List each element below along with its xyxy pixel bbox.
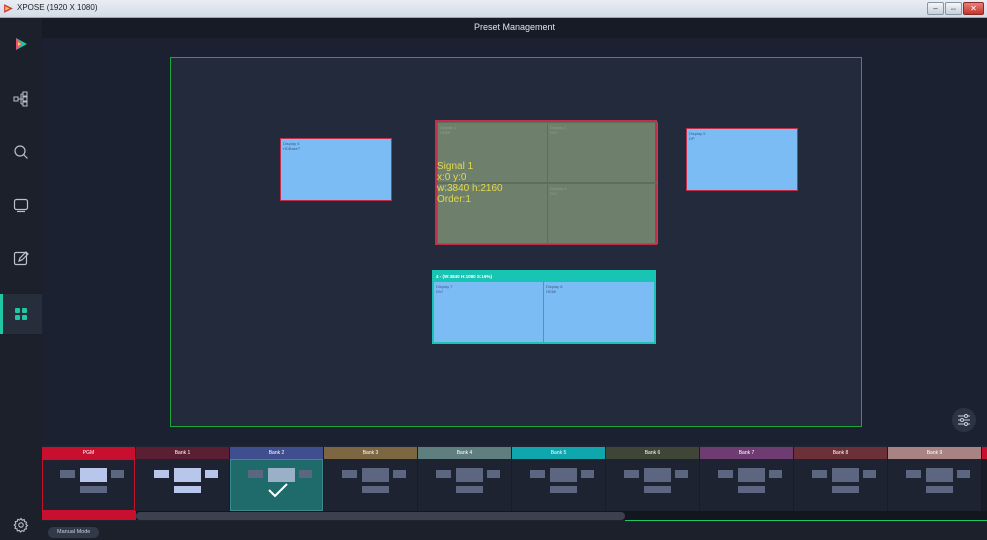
bank-label: Bank 4 — [418, 447, 511, 459]
bank-7[interactable]: Bank 7 — [700, 447, 793, 511]
bank-1[interactable]: Bank 1 — [136, 447, 229, 511]
group-header: 4 - (W:3840 H:1080 S:16%) — [434, 272, 654, 282]
gear-icon[interactable] — [13, 517, 29, 533]
bank-preview — [794, 459, 887, 511]
sidebar-item-edit[interactable] — [0, 238, 42, 278]
bank-overflow-edge — [982, 447, 987, 459]
bank-label: Bank 1 — [136, 447, 229, 459]
bank-preview — [230, 459, 323, 511]
display-7: Display 7 DVI — [434, 282, 544, 342]
page-title: Preset Management — [473, 22, 556, 32]
bank-preview — [418, 459, 511, 511]
sidebar-item-topology[interactable] — [0, 79, 42, 119]
display-type: DVI — [550, 130, 557, 135]
pgm-indicator-bar — [42, 511, 136, 520]
display-type: DVI — [550, 191, 557, 196]
display-cell: Display 4 DVI — [547, 183, 658, 244]
sidebar-item-search[interactable] — [0, 132, 42, 172]
bank-strip: PGM Bank 1 Bank 2 Bank 3 Bank 4 Bank 5 B… — [42, 447, 987, 511]
page-header: Preset Management — [42, 18, 987, 38]
mode-button[interactable]: Manual Mode — [48, 527, 100, 538]
signal-position: x:0 y:0 — [437, 172, 467, 183]
bank-8[interactable]: Bank 8 — [794, 447, 887, 511]
adjust-settings-button[interactable] — [952, 408, 976, 432]
bank-5[interactable]: Bank 5 — [512, 447, 605, 511]
bank-label: PGM — [42, 447, 135, 459]
sidebar — [0, 18, 42, 540]
display-group[interactable]: 4 - (W:3840 H:1080 S:16%) Display 7 DVI … — [432, 270, 656, 344]
screen-icon — [13, 198, 29, 213]
signal-order: Order:1 — [437, 194, 471, 205]
sidebar-item-preset-management[interactable] — [0, 294, 42, 334]
display-type: HDMI — [440, 130, 451, 135]
display-type: DVI — [436, 289, 443, 294]
bank-scrollbar-thumb[interactable] — [136, 512, 625, 520]
title-bar: XPOSE (1920 X 1080) – ⇔ ✕ — [0, 0, 987, 18]
bank-preview — [324, 459, 417, 511]
topology-icon — [13, 91, 28, 107]
bank-2[interactable]: Bank 2 — [230, 447, 323, 511]
display-5[interactable]: Display 5 DP — [686, 128, 798, 191]
maximize-button[interactable]: ⇔ — [945, 2, 962, 15]
close-button[interactable]: ✕ — [963, 2, 984, 15]
bank-label: Bank 9 — [888, 447, 981, 459]
bank-preview — [888, 459, 981, 511]
play-logo-icon — [16, 38, 27, 50]
bank-label: Bank 6 — [606, 447, 699, 459]
display-cell: Display 2 DVI — [547, 122, 658, 183]
signal-name: Signal 1 — [437, 161, 474, 172]
bank-label: Bank 8 — [794, 447, 887, 459]
bank-9[interactable]: Bank 9 — [888, 447, 981, 511]
grid-icon — [15, 308, 27, 320]
bank-label: Bank 3 — [324, 447, 417, 459]
display-type: DP — [689, 136, 695, 141]
bank-label: Bank 2 — [230, 447, 323, 459]
bank-preview — [606, 459, 699, 511]
display-8: Display 8 HDMI — [544, 282, 654, 342]
signal-window[interactable]: Display 1 HDMI Display 2 DVI Display 3 D… — [435, 120, 658, 245]
sidebar-item-screen[interactable] — [0, 185, 42, 225]
display-6[interactable]: Display 6 HDBaseT — [280, 138, 392, 201]
display-type: HDMI — [546, 289, 557, 294]
sidebar-item-home[interactable] — [0, 24, 42, 64]
app-window: XPOSE (1920 X 1080) – ⇔ ✕ Preset Managem… — [0, 0, 987, 540]
bank-6[interactable]: Bank 6 — [606, 447, 699, 511]
bank-preview — [512, 459, 605, 511]
display-type: HDBaseT — [283, 146, 301, 151]
bank-label: Bank 5 — [512, 447, 605, 459]
bank-preview — [42, 459, 135, 511]
app-logo-icon — [4, 4, 13, 13]
status-bar: Manual Mode — [42, 521, 987, 540]
sliders-icon — [958, 414, 970, 426]
window-title: XPOSE (1920 X 1080) — [17, 3, 98, 12]
checkmark-icon — [268, 483, 288, 498]
bank-preview — [136, 459, 229, 511]
edit-icon — [13, 251, 29, 266]
bank-3[interactable]: Bank 3 — [324, 447, 417, 511]
bank-4[interactable]: Bank 4 — [418, 447, 511, 511]
bank-label: Bank 7 — [700, 447, 793, 459]
minimize-button[interactable]: – — [927, 2, 944, 15]
signal-info: Signal 1 x:0 y:0 w:3840 h:2160 Order:1 — [437, 161, 503, 205]
search-icon — [14, 145, 28, 159]
bank-pgm[interactable]: PGM — [42, 447, 135, 511]
signal-size: w:3840 h:2160 — [437, 183, 503, 194]
bank-preview — [700, 459, 793, 511]
